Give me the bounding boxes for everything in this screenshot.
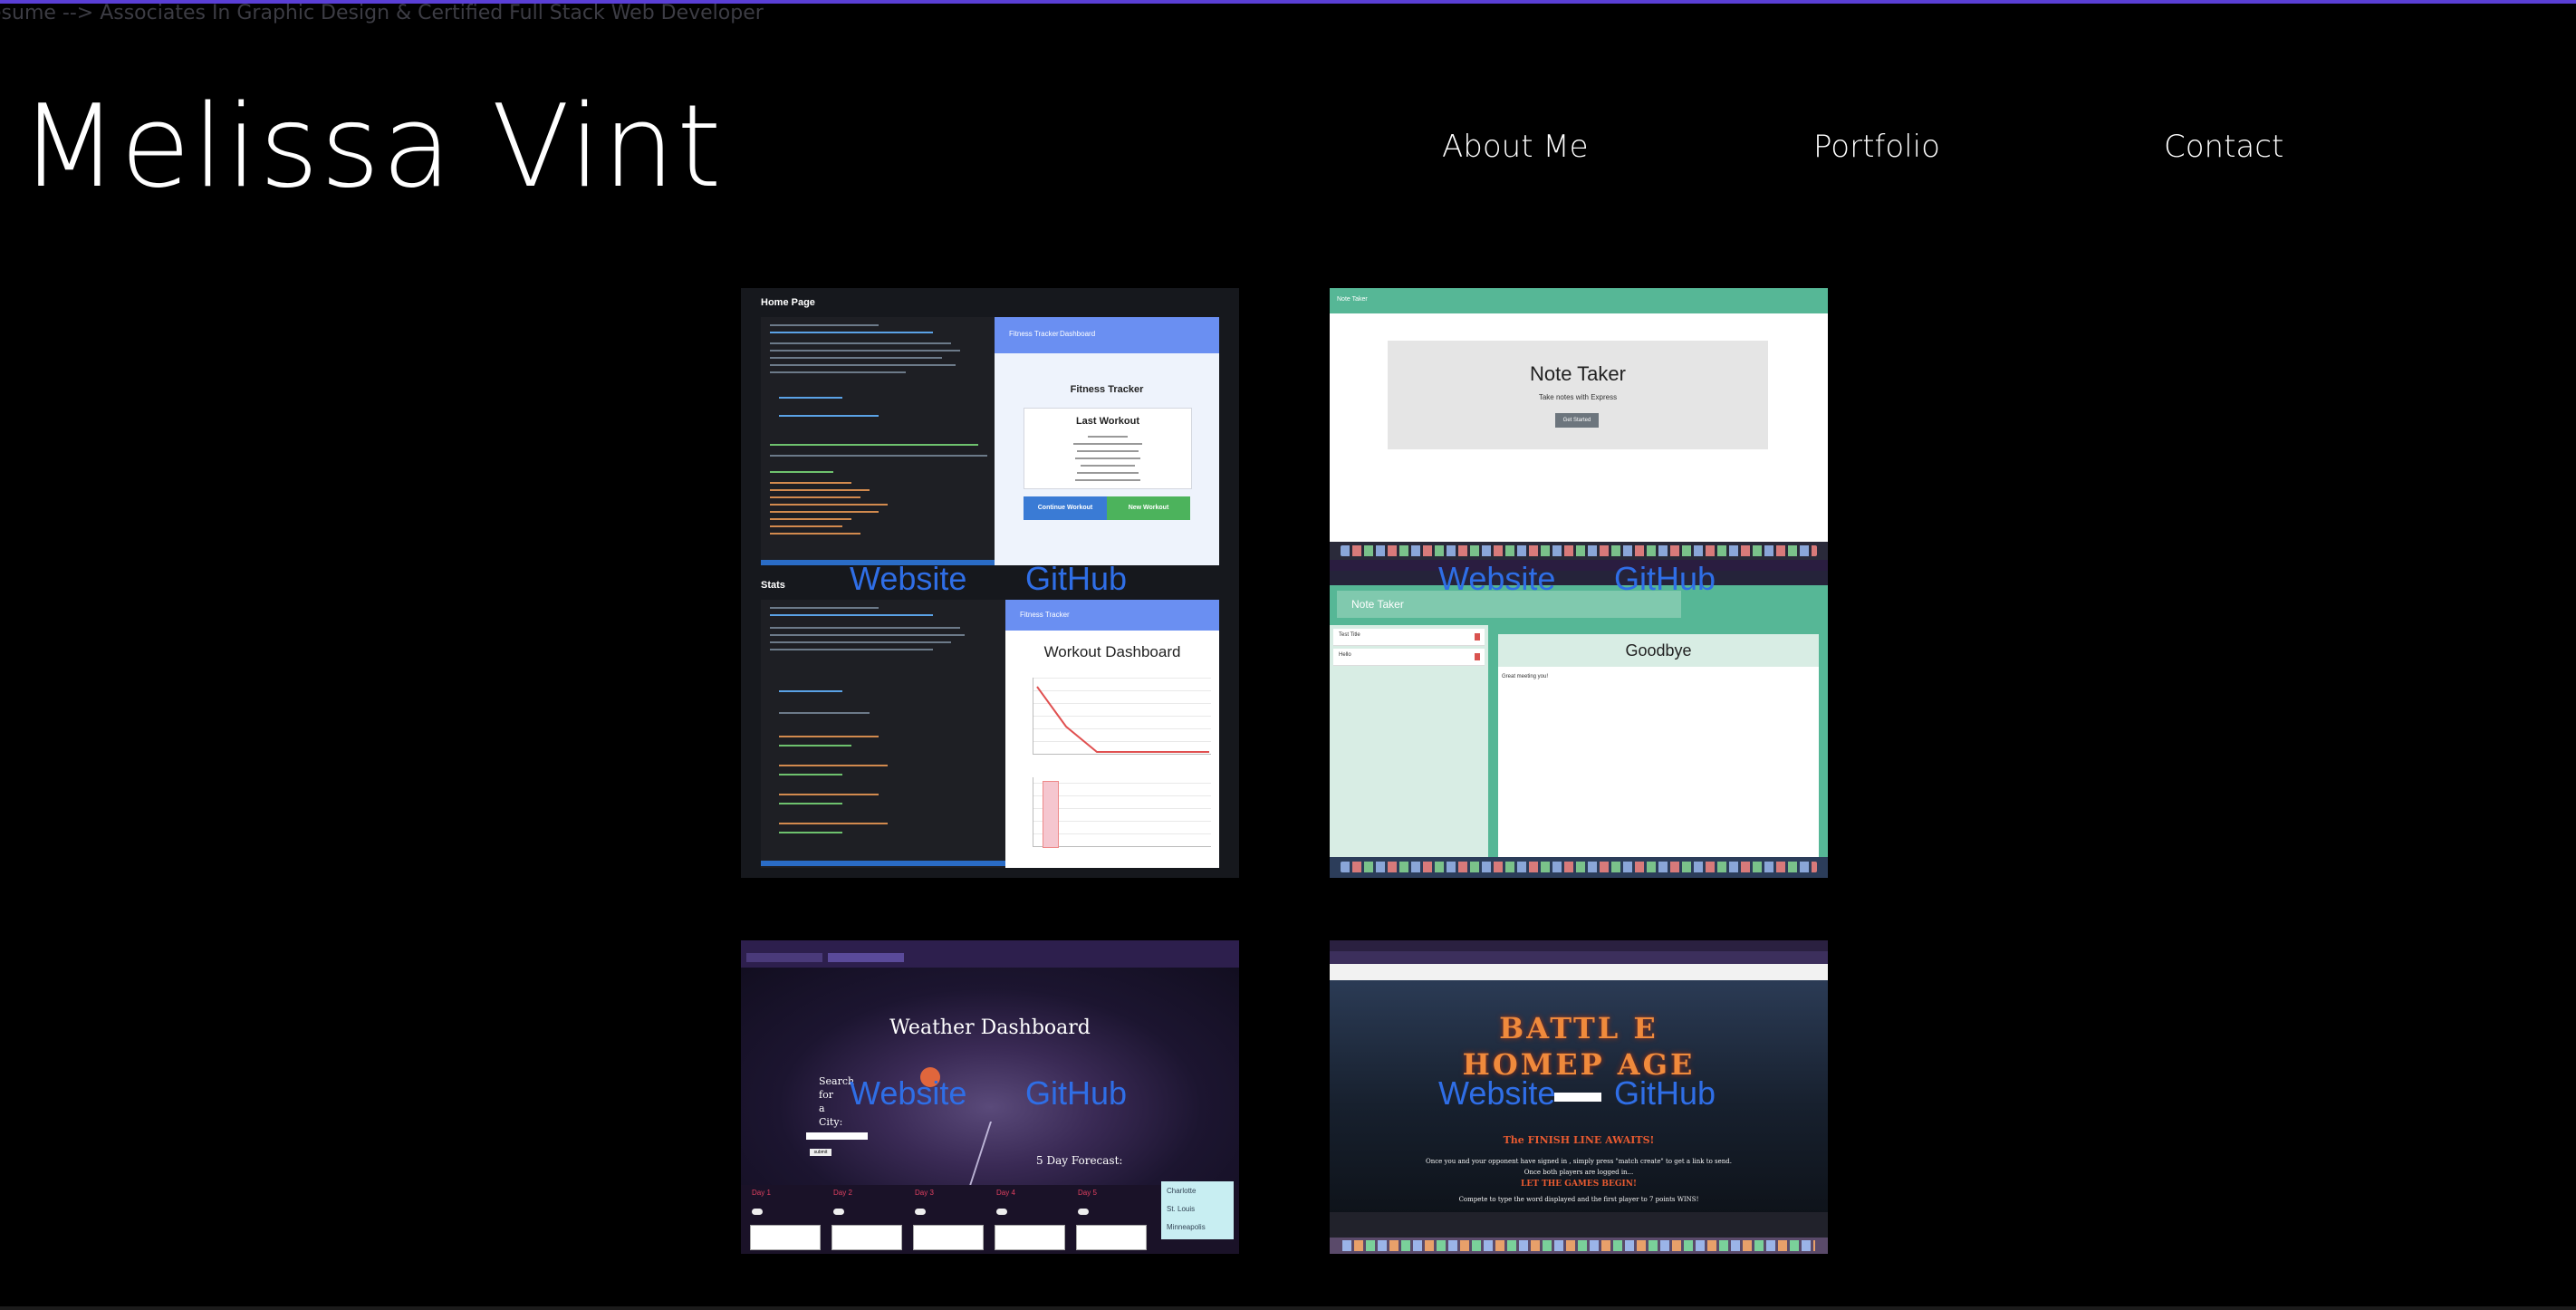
note-item-title: Hello	[1339, 652, 1351, 658]
dock-bar	[1330, 857, 1828, 878]
portfolio-page: esume --> Associates In Graphic Design &…	[0, 0, 2576, 1310]
cloud-icon	[915, 1209, 926, 1215]
last-workout-title: Last Workout	[1075, 416, 1140, 427]
last-workout-box: Last Workout	[1024, 408, 1192, 489]
duration-line-chart	[1033, 678, 1211, 755]
note-hero: Note Taker Take notes with Express Get S…	[1388, 341, 1768, 449]
forecast-day: Day 3	[913, 1189, 985, 1252]
cloud-icon	[1078, 1209, 1089, 1215]
forecast-day-label: Day 4	[996, 1189, 1015, 1197]
note-topbar-title: Note Taker	[1337, 296, 1368, 303]
weather-title: Weather Dashboard	[889, 1016, 1091, 1039]
forecast-day-label: Day 3	[915, 1189, 934, 1197]
github-link-fitness[interactable]: GitHub	[1025, 560, 1127, 598]
note-hero-subtitle: Take notes with Express	[1538, 393, 1618, 401]
note-app-title: Note Taker	[1351, 598, 1404, 611]
forecast-day: Day 2	[831, 1189, 904, 1252]
cloud-icon	[833, 1209, 844, 1215]
site-title: Melissa Vint	[20, 80, 724, 213]
browser-chrome	[1330, 940, 1828, 980]
cloud-icon	[752, 1209, 763, 1215]
trash-icon	[1475, 633, 1480, 641]
code-editor-panel	[761, 317, 995, 565]
new-workout-button: New Workout	[1107, 496, 1190, 520]
saved-cities-list: Charlotte St. Louis Minneapolis	[1161, 1181, 1234, 1239]
nav-link-contact[interactable]: Contact	[2164, 129, 2283, 165]
project-screenshot: Note Taker Note Taker Take notes with Ex…	[1330, 288, 1828, 878]
list-item: Minneapolis	[1167, 1223, 1206, 1231]
project-screenshot: Weather Dashboard Search for a City: sub…	[741, 940, 1239, 1254]
nav-link-portfolio[interactable]: Portfolio	[1813, 129, 1940, 165]
dashboard-title: Workout Dashboard	[1043, 643, 1181, 660]
battle-heading-1: BATTL E	[1499, 1011, 1658, 1045]
forecast-day: Day 4	[995, 1189, 1067, 1252]
website-link-battle[interactable]: Website	[1438, 1074, 1555, 1113]
project-card-battle-homepage: BATTL E HOMEP AGE The FINISH LINE AWAITS…	[1330, 940, 1828, 1254]
games-begin-text: LET THE GAMES BEGIN!	[1521, 1180, 1637, 1189]
github-link-note-taker[interactable]: GitHub	[1614, 560, 1716, 598]
note-editor-title: Goodbye	[1625, 641, 1692, 660]
finish-line-text: The FINISH LINE AWAITS!	[1503, 1134, 1655, 1146]
project-card-fitness-tracker: Home Page Fitness Tracker Dashboard Fitn…	[741, 288, 1239, 878]
app-nav-link: Dashboard	[1060, 330, 1096, 338]
battle-body-1: Once you and your opponent have signed i…	[1426, 1158, 1732, 1165]
footer-rule	[0, 1306, 2576, 1310]
city-search-input	[806, 1132, 868, 1140]
trash-icon	[1475, 653, 1480, 660]
dock-bar	[1330, 542, 1828, 560]
screenshot-label-home: Home Page	[761, 297, 815, 308]
browser-chrome	[741, 940, 1239, 968]
note-topbar: Note Taker	[1330, 288, 1828, 313]
app-nav-brand: Fitness Tracker	[1009, 330, 1059, 338]
website-link-weather[interactable]: Website	[850, 1074, 966, 1113]
battle-heading-2: HOMEP AGE	[1462, 1047, 1696, 1082]
website-link-fitness[interactable]: Website	[850, 560, 966, 598]
list-item: Hello	[1333, 649, 1485, 666]
nav-link-about[interactable]: About Me	[1442, 129, 1589, 165]
dock-bar	[1330, 1238, 1828, 1254]
battle-body-3: Compete to type the word displayed and t…	[1458, 1196, 1699, 1203]
note-app-window: Note Taker Test Title Hello Goodbye Grea…	[1330, 560, 1828, 878]
list-item: St. Louis	[1167, 1205, 1196, 1213]
submit-button: submit	[810, 1149, 831, 1156]
note-hero-title: Note Taker	[1530, 362, 1626, 385]
weight-bar-chart	[1033, 777, 1211, 848]
project-card-weather-dashboard: Weather Dashboard Search for a City: sub…	[741, 940, 1239, 1254]
dash-nav-brand: Fitness Tracker	[1020, 611, 1070, 619]
continue-workout-button: Continue Workout	[1024, 496, 1107, 520]
forecast-day: Day 1	[750, 1189, 822, 1252]
project-screenshot: Home Page Fitness Tracker Dashboard Fitn…	[741, 288, 1239, 878]
fitness-home-preview: Fitness Tracker Dashboard Fitness Tracke…	[995, 317, 1219, 565]
get-started-button: Get Started	[1555, 413, 1599, 428]
note-list: Test Title Hello	[1330, 625, 1488, 857]
list-item: Charlotte	[1167, 1187, 1197, 1195]
battle-body-2: Once both players are logged in...	[1523, 1169, 1634, 1176]
workout-dashboard-preview: Fitness Tracker Workout Dashboard	[1005, 600, 1219, 868]
note-editor: Goodbye Great meeting you!	[1498, 634, 1819, 857]
forecast-day: Day 5	[1076, 1189, 1149, 1252]
forecast-day-label: Day 5	[1078, 1189, 1097, 1197]
taskbar	[1330, 1212, 1828, 1238]
note-item-title: Test Title	[1339, 632, 1360, 638]
header-tagline: esume --> Associates In Graphic Design &…	[0, 2, 764, 24]
forecast-day-label: Day 2	[833, 1189, 852, 1197]
list-item: Test Title	[1333, 629, 1485, 646]
github-link-battle[interactable]: GitHub	[1614, 1074, 1716, 1113]
project-card-note-taker: Note Taker Note Taker Take notes with Ex…	[1330, 288, 1828, 878]
note-editor-body: Great meeting you!	[1502, 674, 1549, 679]
forecast-day-label: Day 1	[752, 1189, 771, 1197]
sign-in-button	[1554, 1093, 1601, 1102]
project-screenshot: BATTL E HOMEP AGE The FINISH LINE AWAITS…	[1330, 940, 1828, 1254]
forecast-title: 5 Day Forecast:	[1036, 1154, 1123, 1167]
code-editor-panel-2	[761, 600, 1005, 868]
screenshot-label-stats: Stats	[761, 580, 785, 591]
app-title: Fitness Tracker	[1070, 384, 1144, 395]
cloud-icon	[996, 1209, 1007, 1215]
github-link-weather[interactable]: GitHub	[1025, 1074, 1127, 1113]
website-link-note-taker[interactable]: Website	[1438, 560, 1555, 598]
